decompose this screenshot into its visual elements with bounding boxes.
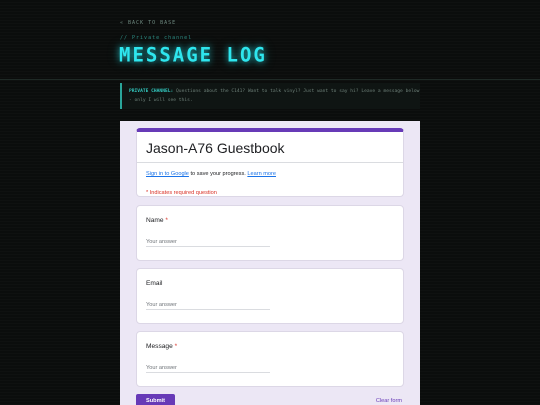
- section-label: // Private channel: [120, 35, 193, 41]
- required-asterisk: *: [163, 217, 168, 224]
- email-label-text: Email: [146, 280, 163, 287]
- question-card-email: Email: [136, 268, 404, 324]
- private-channel-notice: PRIVATE CHANNEL: Questions about the C14…: [120, 83, 420, 109]
- page-header: « BACK TO BASE // Private channel MESSAG…: [0, 0, 540, 80]
- back-to-base-link[interactable]: « BACK TO BASE: [120, 20, 176, 26]
- learn-more-link[interactable]: Learn more: [247, 171, 276, 177]
- message-label: Message *: [146, 343, 177, 350]
- submit-button[interactable]: Submit: [136, 394, 175, 405]
- notice-text: Questions about the C141? Want to talk v…: [129, 89, 420, 103]
- page-title: MESSAGE LOG: [119, 43, 267, 67]
- embedded-google-form: Jason-A76 Guestbook Sign in to Google to…: [120, 121, 420, 405]
- question-card-message: Message *: [136, 331, 404, 387]
- form-title-card: Jason-A76 Guestbook Sign in to Google to…: [136, 128, 404, 197]
- signin-middle-text: to save your progress.: [188, 171, 248, 177]
- name-label: Name *: [146, 217, 168, 224]
- clear-form-link[interactable]: Clear form: [376, 398, 402, 404]
- notice-label: PRIVATE CHANNEL:: [129, 89, 174, 94]
- email-input[interactable]: [146, 300, 270, 310]
- sign-in-link[interactable]: Sign in to Google: [146, 171, 189, 177]
- question-card-name: Name *: [136, 205, 404, 261]
- form-title: Jason-A76 Guestbook: [146, 140, 285, 156]
- message-input[interactable]: [146, 363, 270, 373]
- name-label-text: Name: [146, 217, 164, 224]
- email-label: Email: [146, 280, 163, 287]
- message-label-text: Message: [146, 343, 173, 350]
- signin-line: Sign in to Google to save your progress.…: [146, 171, 276, 177]
- title-divider: [137, 162, 403, 163]
- required-asterisk: *: [172, 343, 178, 350]
- required-note: * Indicates required question: [146, 190, 217, 196]
- name-input[interactable]: [146, 237, 270, 247]
